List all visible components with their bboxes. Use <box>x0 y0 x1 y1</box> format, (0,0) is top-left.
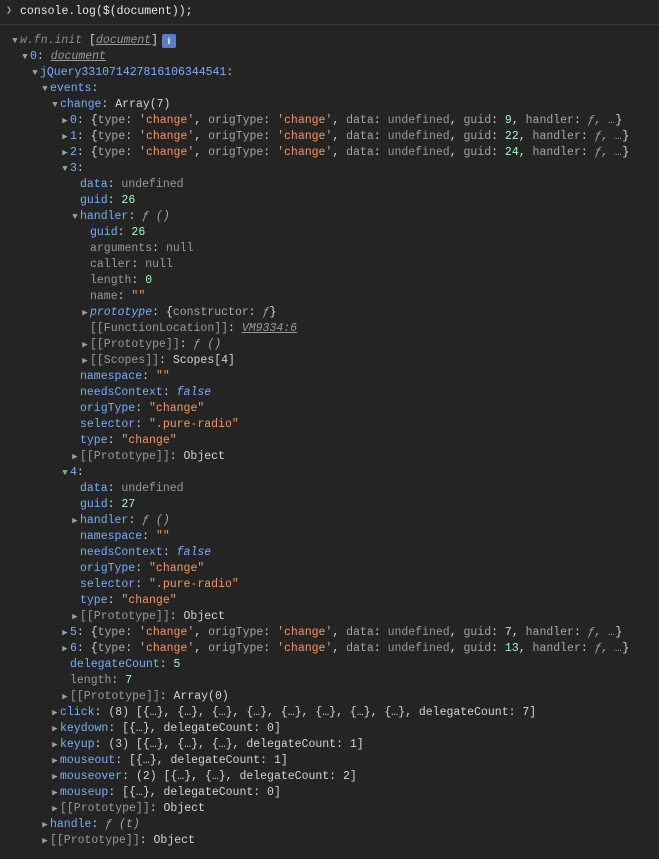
expand-icon[interactable] <box>60 625 70 641</box>
length-row[interactable]: length: 7 <box>10 673 659 689</box>
info-icon[interactable]: i <box>162 34 176 48</box>
function-location-row[interactable]: [[FunctionLocation]]: VM9334:6 <box>10 321 659 337</box>
change-array-row[interactable]: change: Array(7) <box>10 97 659 113</box>
prop-row[interactable]: data: undefined <box>10 481 659 497</box>
keydown-row[interactable]: keydown: [{…}, delegateCount: 0] <box>10 721 659 737</box>
expand-icon[interactable] <box>50 97 60 113</box>
vm-location-link[interactable]: VM9334:6 <box>242 321 297 337</box>
expand-icon[interactable] <box>70 609 80 625</box>
expand-icon[interactable] <box>60 145 70 161</box>
expand-icon[interactable] <box>70 449 80 465</box>
prop-row[interactable]: needsContext: false <box>10 545 659 561</box>
change-item-3[interactable]: 3: <box>10 161 659 177</box>
prop-row[interactable]: needsContext: false <box>10 385 659 401</box>
delegate-count-row[interactable]: delegateCount: 5 <box>10 657 659 673</box>
events-row[interactable]: events: <box>10 81 659 97</box>
proto-row[interactable]: [[Prototype]]: ƒ () <box>10 337 659 353</box>
document-link[interactable]: document <box>96 33 151 49</box>
prop-row[interactable]: caller: null <box>10 257 659 273</box>
mouseover-row[interactable]: mouseover: (2) [{…}, {…}, delegateCount:… <box>10 769 659 785</box>
index-0-row[interactable]: 0: document <box>10 49 659 65</box>
expand-icon[interactable] <box>50 769 60 785</box>
prop-row[interactable]: origType: "change" <box>10 561 659 577</box>
change-item-6[interactable]: 6: {type: 'change', origType: 'change', … <box>10 641 659 657</box>
mouseout-row[interactable]: mouseout: [{…}, delegateCount: 1] <box>10 753 659 769</box>
expand-icon[interactable] <box>60 129 70 145</box>
expand-icon[interactable] <box>10 33 20 49</box>
prop-row[interactable]: type: "change" <box>10 433 659 449</box>
proto-row[interactable]: [[Prototype]]: Object <box>10 609 659 625</box>
console-input-bar[interactable]: ❯ console.log($(document)); <box>0 0 659 25</box>
prop-row[interactable]: selector: ".pure-radio" <box>10 577 659 593</box>
console-input-code: console.log($(document)); <box>20 4 193 20</box>
prop-row[interactable]: type: "change" <box>10 593 659 609</box>
prompt-caret-icon: ❯ <box>6 4 12 20</box>
prop-row[interactable]: data: undefined <box>10 177 659 193</box>
proto-row[interactable]: [[Prototype]]: Object <box>10 833 659 849</box>
mouseup-row[interactable]: mouseup: [{…}, delegateCount: 0] <box>10 785 659 801</box>
change-item-2[interactable]: 2: {type: 'change', origType: 'change', … <box>10 145 659 161</box>
proto-row[interactable]: [[Prototype]]: Object <box>10 449 659 465</box>
prop-row[interactable]: origType: "change" <box>10 401 659 417</box>
prop-row[interactable]: guid: 26 <box>10 225 659 241</box>
click-row[interactable]: click: (8) [{…}, {…}, {…}, {…}, {…}, {…}… <box>10 705 659 721</box>
document-link[interactable]: document <box>51 49 106 65</box>
change-item-1[interactable]: 1: {type: 'change', origType: 'change', … <box>10 129 659 145</box>
expand-icon[interactable] <box>50 785 60 801</box>
expand-icon[interactable] <box>60 465 70 481</box>
expand-icon[interactable] <box>60 113 70 129</box>
expand-icon[interactable] <box>50 801 60 817</box>
expand-icon[interactable] <box>80 337 90 353</box>
root-object-row[interactable]: w.fn.init [document] i <box>10 33 659 49</box>
prop-row[interactable]: length: 0 <box>10 273 659 289</box>
prop-row[interactable]: namespace: "" <box>10 369 659 385</box>
expand-icon[interactable] <box>50 721 60 737</box>
expand-icon[interactable] <box>70 513 80 529</box>
expand-icon[interactable] <box>50 737 60 753</box>
expand-icon[interactable] <box>60 161 70 177</box>
proto-row[interactable]: [[Prototype]]: Array(0) <box>10 689 659 705</box>
expand-icon[interactable] <box>40 833 50 849</box>
prop-row[interactable]: guid: 26 <box>10 193 659 209</box>
expand-icon[interactable] <box>60 689 70 705</box>
handle-row[interactable]: handle: ƒ (t) <box>10 817 659 833</box>
expand-icon[interactable] <box>50 705 60 721</box>
expand-icon[interactable] <box>30 65 40 81</box>
prop-row[interactable]: namespace: "" <box>10 529 659 545</box>
proto-row[interactable]: [[Prototype]]: Object <box>10 801 659 817</box>
console-output: w.fn.init [document] i 0: document jQuer… <box>0 25 659 853</box>
keyup-row[interactable]: keyup: (3) [{…}, {…}, {…}, delegateCount… <box>10 737 659 753</box>
prop-row[interactable]: guid: 27 <box>10 497 659 513</box>
expand-icon[interactable] <box>60 641 70 657</box>
expand-icon[interactable] <box>80 305 90 321</box>
jquery-key-row[interactable]: jQuery331071427816106344541: <box>10 65 659 81</box>
prop-row[interactable]: selector: ".pure-radio" <box>10 417 659 433</box>
scopes-row[interactable]: [[Scopes]]: Scopes[4] <box>10 353 659 369</box>
change-item-0[interactable]: 0: {type: 'change', origType: 'change', … <box>10 113 659 129</box>
prototype-row[interactable]: prototype: {constructor: ƒ} <box>10 305 659 321</box>
handler-row[interactable]: handler: ƒ () <box>10 209 659 225</box>
expand-icon[interactable] <box>80 353 90 369</box>
expand-icon[interactable] <box>50 753 60 769</box>
change-item-5[interactable]: 5: {type: 'change', origType: 'change', … <box>10 625 659 641</box>
expand-icon[interactable] <box>20 49 30 65</box>
handler-row[interactable]: handler: ƒ () <box>10 513 659 529</box>
expand-icon[interactable] <box>70 209 80 225</box>
expand-icon[interactable] <box>40 81 50 97</box>
expand-icon[interactable] <box>40 817 50 833</box>
prop-row[interactable]: name: "" <box>10 289 659 305</box>
prop-row[interactable]: arguments: null <box>10 241 659 257</box>
change-item-4[interactable]: 4: <box>10 465 659 481</box>
